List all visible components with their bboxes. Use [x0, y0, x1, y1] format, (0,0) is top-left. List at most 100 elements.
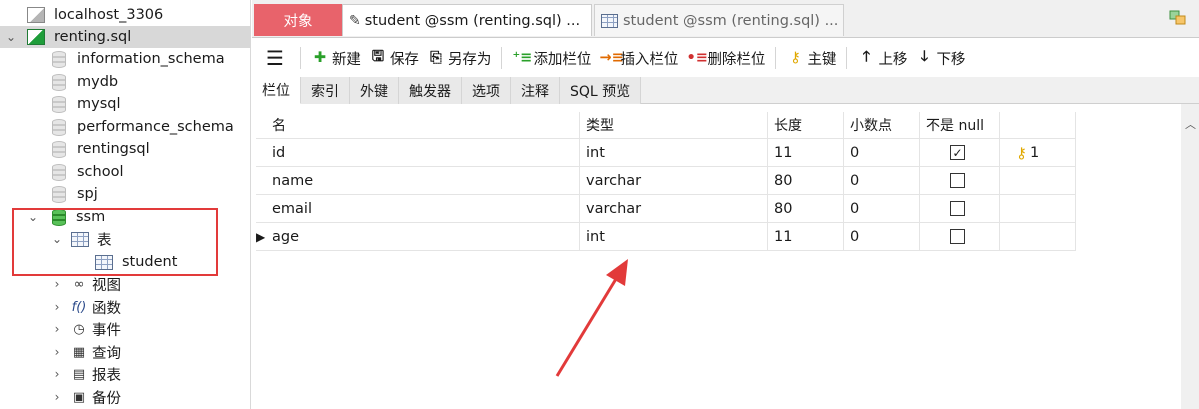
chevron-right-icon[interactable]: ›	[50, 345, 64, 359]
tree-item-events[interactable]: › ◷ 事件	[0, 318, 251, 340]
primary-key-button[interactable]: ⚷ 主键	[782, 44, 840, 72]
field-type-cell[interactable]: int	[580, 139, 768, 166]
tree-item-queries[interactable]: › ▦ 查询	[0, 341, 251, 363]
chevron-right-icon[interactable]: ›	[50, 390, 64, 404]
field-type-cell[interactable]: int	[580, 223, 768, 250]
tree-item-performance-schema[interactable]: performance_schema	[0, 116, 251, 138]
insert-field-icon: →≡	[599, 50, 624, 66]
tab-label: 对象	[283, 13, 313, 30]
chevron-right-icon[interactable]: ›	[50, 367, 64, 381]
insert-field-button[interactable]: →≡ 插入栏位	[595, 44, 682, 72]
connection-active-icon	[27, 29, 45, 45]
table-row[interactable]: name varchar 80 0	[256, 167, 1076, 195]
grid-header: 名 类型 长度 小数点 不是 null	[256, 112, 1076, 139]
tree-item-backups[interactable]: › ▣ 备份	[0, 386, 251, 408]
field-name-cell[interactable]: name	[266, 167, 580, 194]
divider	[846, 47, 848, 69]
tab-comment[interactable]: 注释	[511, 77, 560, 104]
tab-sql-preview[interactable]: SQL 预览	[560, 77, 642, 104]
current-row-pointer-icon: ▶	[256, 229, 266, 244]
tab-options[interactable]: 选项	[462, 77, 511, 104]
header-not-null: 不是 null	[920, 112, 1000, 138]
not-null-checkbox[interactable]	[950, 201, 965, 216]
field-length-cell[interactable]: 80	[768, 195, 844, 222]
add-field-button[interactable]: ⁺≡ 添加栏位	[508, 44, 595, 72]
tree-item-renting-sql[interactable]: ⌄ renting.sql	[0, 26, 251, 48]
key-icon: ⚷	[1016, 143, 1027, 162]
not-null-checkbox[interactable]	[950, 229, 965, 244]
table-row[interactable]: ▶ age int 11 0	[256, 223, 1076, 251]
not-null-checkbox[interactable]: ✓	[950, 145, 965, 160]
row-indicator-header	[256, 112, 266, 138]
move-up-button[interactable]: 🡑 上移	[853, 44, 911, 72]
tab-label: student @ssm (renting.sql) ...	[623, 12, 839, 29]
toolbox-icon[interactable]	[1169, 10, 1187, 26]
field-type-cell[interactable]: varchar	[580, 195, 768, 222]
field-name-cell[interactable]: age	[266, 223, 580, 250]
field-length-cell[interactable]: 11	[768, 223, 844, 250]
navicat-window: localhost_3306 ⌄ renting.sql information…	[0, 0, 1199, 409]
not-null-cell	[920, 223, 1000, 250]
tree-item-mydb[interactable]: mydb	[0, 71, 251, 93]
tree-item-mysql[interactable]: mysql	[0, 93, 251, 115]
tree-item-functions[interactable]: › f() 函数	[0, 296, 251, 318]
field-length-cell[interactable]: 80	[768, 167, 844, 194]
queries-icon: ▦	[72, 344, 86, 360]
table-row[interactable]: email varchar 80 0	[256, 195, 1076, 223]
tree-item-spj[interactable]: spj	[0, 183, 251, 205]
chevron-right-icon[interactable]: ›	[50, 322, 64, 336]
tree-item-label: spj	[77, 186, 98, 202]
tab-objects[interactable]: 对象	[254, 4, 342, 36]
field-length-cell[interactable]: 11	[768, 139, 844, 166]
tree-item-school[interactable]: school	[0, 161, 251, 183]
chevron-down-icon[interactable]: ⌄	[4, 30, 18, 44]
tab-label: 栏位	[262, 83, 290, 99]
tab-label: 索引	[311, 83, 339, 100]
tree-item-reports[interactable]: › ▤ 报表	[0, 363, 251, 385]
tab-label: 注释	[521, 83, 549, 100]
tree-item-label: rentingsql	[77, 141, 150, 157]
tab-fields[interactable]: 栏位	[252, 77, 301, 104]
tree-item-label: 报表	[92, 367, 121, 384]
menu-button[interactable]: ☰	[252, 44, 294, 72]
save-as-button[interactable]: ⎘ 另存为	[423, 44, 496, 72]
table-row[interactable]: id int 11 0 ✓ ⚷ 1	[256, 139, 1076, 167]
field-type-cell[interactable]: varchar	[580, 167, 768, 194]
add-field-label: 添加栏位	[533, 51, 592, 68]
move-down-label: 下移	[936, 51, 966, 68]
field-decimals-cell[interactable]: 0	[844, 223, 920, 250]
tree-item-localhost[interactable]: localhost_3306	[0, 4, 251, 26]
new-button[interactable]: ✚ 新建	[307, 44, 365, 72]
database-icon	[52, 163, 66, 181]
field-name-cell[interactable]: email	[266, 195, 580, 222]
header-type: 类型	[580, 112, 768, 138]
header-key	[1000, 112, 1076, 138]
chevron-right-icon[interactable]: ›	[50, 277, 64, 291]
database-icon	[52, 50, 66, 68]
field-decimals-cell[interactable]: 0	[844, 139, 920, 166]
chevron-right-icon[interactable]: ›	[50, 300, 64, 314]
save-label: 保存	[389, 51, 419, 68]
tab-foreign-keys[interactable]: 外键	[350, 77, 399, 104]
tab-student-design[interactable]: ✎ student @ssm (renting.sql) ...	[342, 4, 592, 36]
tree-item-label: 事件	[92, 322, 121, 339]
field-name-cell[interactable]: id	[266, 139, 580, 166]
not-null-checkbox[interactable]	[950, 173, 965, 188]
scroll-up-icon[interactable]: ︿	[1185, 116, 1196, 132]
tab-student-data[interactable]: student @ssm (renting.sql) ...	[594, 4, 844, 36]
table-design-icon: ✎	[349, 12, 361, 29]
vertical-scrollbar[interactable]: ︿	[1181, 104, 1199, 409]
move-down-button[interactable]: 🡓 下移	[911, 44, 969, 72]
tree-item-information-schema[interactable]: information_schema	[0, 48, 251, 70]
key-cell: ⚷ 1	[1000, 139, 1076, 166]
divider	[299, 47, 301, 69]
field-decimals-cell[interactable]: 0	[844, 167, 920, 194]
save-button[interactable]: 🖫 保存	[365, 44, 423, 72]
tab-triggers[interactable]: 触发器	[399, 77, 462, 104]
field-decimals-cell[interactable]: 0	[844, 195, 920, 222]
tab-label: student @ssm (renting.sql) ...	[364, 12, 581, 29]
tab-indexes[interactable]: 索引	[301, 77, 350, 104]
delete-field-button[interactable]: •≡ 删除栏位	[682, 44, 769, 72]
tree-item-views[interactable]: › ∞ 视图	[0, 273, 251, 295]
tree-item-rentingsql[interactable]: rentingsql	[0, 138, 251, 160]
